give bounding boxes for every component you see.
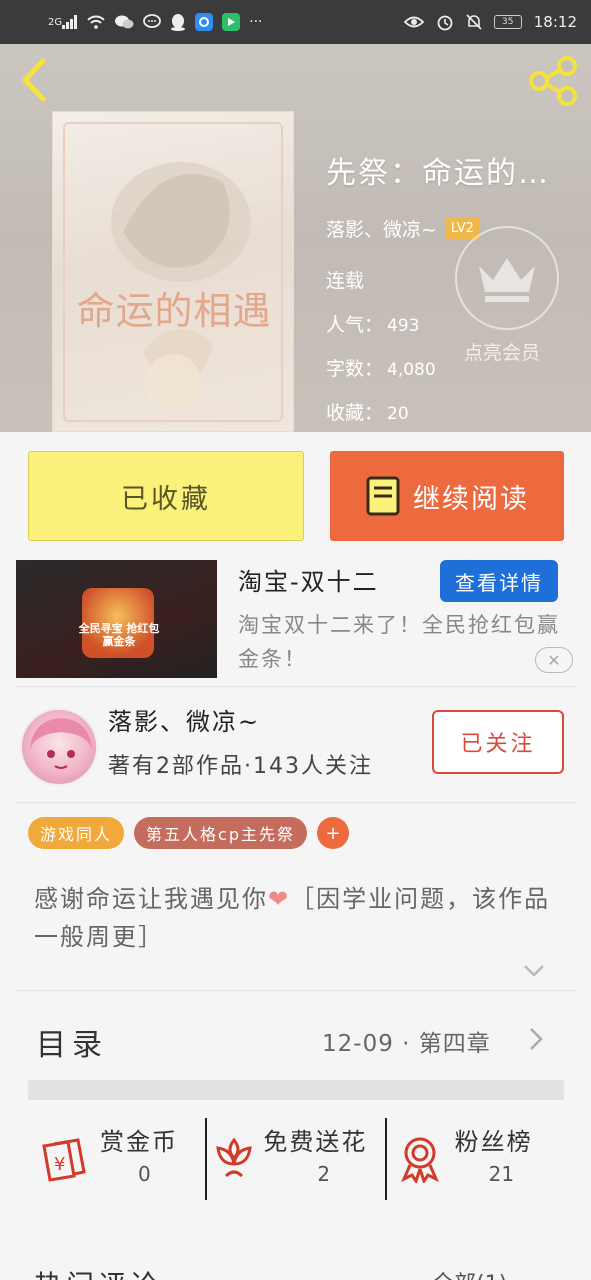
tag-identity-v-cp[interactable]: 第五人格cp主先祭 xyxy=(134,817,307,849)
red-envelope-icon: ¥ xyxy=(36,1132,90,1186)
serial-status: 连载 xyxy=(326,266,364,293)
book-cover[interactable]: 命运的相遇 xyxy=(52,111,294,432)
toc-label: 目录 xyxy=(36,1028,108,1063)
continue-reading-button[interactable]: 继续阅读 xyxy=(330,451,564,541)
ad-image-caption: 全民寻宝 抢红包赢金条 xyxy=(78,622,160,648)
book-intro: 感谢命运让我遇见你❤［因学业问题，该作品一般周更］ xyxy=(34,880,564,956)
status-bar-left: 2G ··· xyxy=(48,13,262,31)
ad-image[interactable]: 全民寻宝 抢红包赢金条 xyxy=(16,560,217,678)
mute-icon xyxy=(466,13,482,31)
intro-text: 感谢命运让我遇见你 xyxy=(34,885,268,913)
signal-label: 2G xyxy=(48,16,63,28)
fan-ranking-button[interactable]: 粉丝榜 21 xyxy=(384,1118,564,1200)
table-of-contents-row[interactable]: 目录 12-09 · 第四章 xyxy=(0,992,591,1082)
back-button[interactable] xyxy=(14,56,54,104)
author-card: 落影、微凉~ 著有2部作品·143人关注 已关注 xyxy=(0,694,591,800)
qq-icon xyxy=(170,13,186,31)
heart-icon: ❤ xyxy=(268,885,291,913)
battery-icon: 35 xyxy=(493,15,522,29)
fan-ranking-label: 粉丝榜 xyxy=(454,1128,533,1156)
tag-list: 游戏同人 第五人格cp主先祭 + xyxy=(28,817,349,849)
status-bar-right: 35 18:12 xyxy=(403,13,577,31)
book-detail-panel: 已收藏 继续阅读 全民寻宝 抢红包赢金条 淘宝-双十二 查看详情 淘宝双十二来了… xyxy=(0,432,591,1280)
ad-close-button[interactable]: ✕ xyxy=(535,647,573,673)
popularity-label: 人气： xyxy=(326,314,384,336)
avatar-illustration xyxy=(30,718,92,769)
wifi-icon xyxy=(87,15,105,29)
add-tag-button[interactable]: + xyxy=(316,817,349,849)
reward-coins-value: 0 xyxy=(138,1162,151,1186)
section-separator xyxy=(28,1080,564,1100)
ad-title: 淘宝-双十二 xyxy=(238,568,379,596)
tag-game-fanfic[interactable]: 游戏同人 xyxy=(28,817,125,849)
reward-coins-button[interactable]: ¥ 赏金币 0 xyxy=(28,1118,205,1200)
hot-comments-title: 热门评论 xyxy=(34,1264,162,1280)
book-header: 命运的相遇 先祭：命运的… 落影、微凉~ LV2 连载 人气： 493 字数： … xyxy=(0,44,591,432)
ad-description: 淘宝双十二来了！全民抢红包赢金条！ xyxy=(238,613,560,671)
vip-label[interactable]: 点亮会员 xyxy=(464,338,554,368)
author-avatar[interactable] xyxy=(20,708,98,786)
popularity-value: 493 xyxy=(387,316,420,336)
send-flower-button[interactable]: 免费送花 2 xyxy=(205,1118,384,1200)
expand-chevron-icon[interactable] xyxy=(521,960,547,980)
eye-comfort-icon xyxy=(403,15,424,29)
divider xyxy=(16,686,575,687)
crown-icon xyxy=(479,258,535,302)
fan-ranking-value: 21 xyxy=(488,1162,515,1186)
book-icon xyxy=(366,476,400,516)
word-count-label: 字数： xyxy=(326,358,384,380)
alarm-icon xyxy=(436,13,454,31)
header-author-name[interactable]: 落影、微凉~ xyxy=(326,215,437,242)
cover-title: 命运的相遇 xyxy=(76,289,272,333)
toc-latest-chapter: 12-09 · 第四章 xyxy=(322,1031,491,1057)
header-author-line: 落影、微凉~ LV2 xyxy=(326,215,480,242)
share-button[interactable] xyxy=(526,54,580,108)
flower-icon xyxy=(207,1132,261,1186)
send-flower-value: 2 xyxy=(317,1162,331,1186)
back-arrow-icon xyxy=(22,58,46,102)
ad-details-button[interactable]: 查看详情 xyxy=(440,560,558,602)
following-button[interactable]: 已关注 xyxy=(432,710,564,774)
medal-icon xyxy=(393,1132,447,1186)
app-notification-icon xyxy=(195,13,214,31)
cover-illustration xyxy=(111,162,251,410)
clock: 18:12 xyxy=(533,13,577,31)
book-title: 先祭：命运的… xyxy=(326,156,550,191)
favorites-label: 收藏： xyxy=(326,402,384,424)
send-flower-label: 免费送花 xyxy=(263,1128,368,1156)
word-count-value: 4,080 xyxy=(387,360,436,380)
favorites-value: 20 xyxy=(387,404,409,424)
popularity-row: 人气： 493 xyxy=(326,310,419,337)
vip-button[interactable] xyxy=(455,226,559,330)
wechat-icon xyxy=(114,14,134,30)
battery-level: 35 xyxy=(502,17,514,27)
share-icon xyxy=(529,56,577,106)
continue-reading-label: 继续阅读 xyxy=(413,483,529,515)
reward-coins-label: 赏金币 xyxy=(100,1128,178,1156)
author-name[interactable]: 落影、微凉~ xyxy=(108,702,260,737)
video-app-icon xyxy=(222,13,241,31)
all-comments-link[interactable]: 全部(1) xyxy=(432,1266,507,1280)
ad-banner[interactable]: 全民寻宝 抢红包赢金条 淘宝-双十二 查看详情 淘宝双十二来了！全民抢红包赢金条… xyxy=(16,560,576,678)
svg-text:¥: ¥ xyxy=(54,1154,65,1175)
more-notifications-icon: ··· xyxy=(249,14,263,30)
serial-status-label: 连载 xyxy=(326,270,365,292)
status-bar: 2G ··· 35 18:12 xyxy=(0,0,591,44)
signal-icon: 2G xyxy=(48,15,78,29)
divider xyxy=(16,802,575,803)
close-icon: ✕ xyxy=(547,650,561,670)
chevron-right-icon xyxy=(530,1028,543,1050)
divider xyxy=(16,990,575,991)
reader-actions-row: ¥ 赏金币 0 免费送花 2 粉丝榜 21 xyxy=(28,1118,564,1200)
message-icon xyxy=(143,14,162,30)
favorites-row: 收藏： 20 xyxy=(326,398,409,425)
author-stats: 著有2部作品·143人关注 xyxy=(108,754,373,779)
word-count-row: 字数： 4,080 xyxy=(326,354,436,381)
favorited-button[interactable]: 已收藏 xyxy=(28,451,304,541)
